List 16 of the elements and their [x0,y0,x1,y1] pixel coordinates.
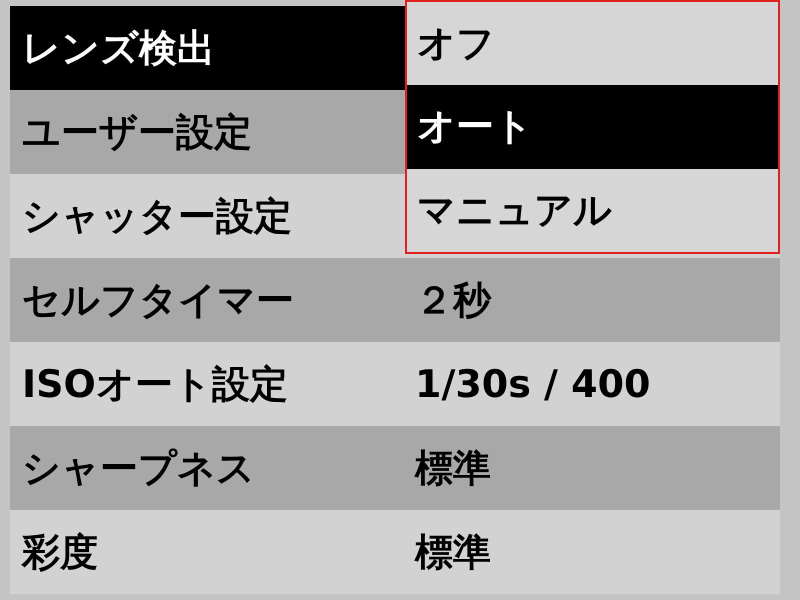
menu-label: レンズ検出 [21,24,216,72]
menu-value: ２秒 [414,276,491,324]
menu-label: ISOオート設定 [21,360,289,408]
menu-label: ユーザー設定 [21,108,253,156]
menu-value: 標準 [413,528,491,576]
menu-label: シャープネス [21,444,256,492]
menu-row[interactable]: セルフタイマー ２秒 [10,258,780,342]
menu-value: 1/30s / 400 [414,360,650,408]
dropdown-option[interactable]: オート [407,85,778,169]
menu-label: セルフタイマー [21,276,295,324]
menu-label: シャッター設定 [21,192,293,240]
menu-row[interactable]: ISOオート設定 1/30s / 400 [10,342,780,426]
menu-value: 標準 [413,444,491,492]
menu-row[interactable]: シャープネス 標準 [10,426,780,510]
menu-row[interactable]: 彩度 標準 [10,510,780,594]
menu-label: 彩度 [20,528,99,576]
